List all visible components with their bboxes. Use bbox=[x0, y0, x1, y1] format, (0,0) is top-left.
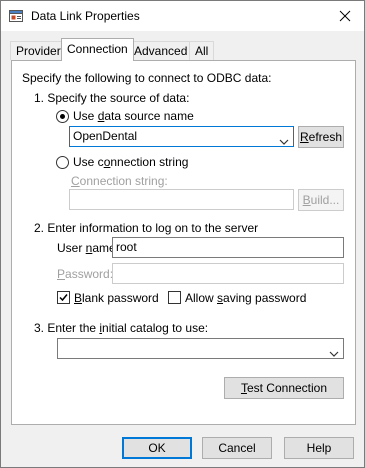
connection-panel: Specify the following to connect to ODBC… bbox=[11, 60, 356, 425]
initial-catalog-select[interactable] bbox=[57, 338, 344, 359]
checkmark-icon bbox=[59, 294, 68, 302]
blank-password-label[interactable]: Blank password bbox=[74, 291, 159, 305]
build-button[interactable]: Build... bbox=[298, 189, 344, 211]
user-name-input[interactable]: root bbox=[112, 237, 344, 258]
password-input[interactable] bbox=[112, 263, 344, 284]
chevron-down-icon[interactable] bbox=[279, 133, 289, 145]
refresh-button[interactable]: Refresh bbox=[298, 126, 344, 148]
tab-all[interactable]: All bbox=[189, 41, 215, 60]
tab-connection[interactable]: Connection bbox=[61, 38, 134, 61]
dsn-value: OpenDental bbox=[73, 129, 138, 143]
blank-password-checkbox[interactable] bbox=[57, 291, 70, 304]
close-icon[interactable] bbox=[334, 6, 356, 26]
dialog-window: Data Link Properties Provider Connection… bbox=[0, 0, 365, 468]
intro-text: Specify the following to connect to ODBC… bbox=[22, 71, 272, 85]
ok-button[interactable]: OK bbox=[122, 437, 192, 459]
password-label: Password: bbox=[57, 267, 114, 281]
use-dsn-label[interactable]: Use data source name bbox=[73, 109, 194, 123]
connection-string-label: Connection string: bbox=[71, 174, 168, 188]
tab-advanced[interactable]: Advanced bbox=[128, 41, 194, 60]
window-title: Data Link Properties bbox=[31, 9, 140, 23]
step1-heading: 1. Specify the source of data: bbox=[34, 91, 190, 105]
step3-heading: 3. Enter the initial catalog to use: bbox=[34, 321, 209, 335]
connection-string-input[interactable] bbox=[69, 189, 294, 210]
dsn-select[interactable]: OpenDental bbox=[69, 126, 294, 147]
use-connection-string-label[interactable]: Use connection string bbox=[73, 155, 188, 169]
help-button[interactable]: Help bbox=[284, 437, 354, 459]
use-dsn-radio[interactable] bbox=[56, 110, 69, 123]
use-connection-string-radio[interactable] bbox=[56, 156, 69, 169]
user-name-label: User name: bbox=[57, 241, 120, 255]
allow-saving-password-label[interactable]: Allow saving password bbox=[185, 291, 306, 305]
allow-saving-password-checkbox[interactable] bbox=[168, 291, 181, 304]
tab-provider[interactable]: Provider bbox=[10, 41, 67, 60]
test-connection-button[interactable]: Test Connection bbox=[224, 377, 344, 399]
data-link-icon bbox=[9, 9, 23, 23]
step2-heading: 2. Enter information to log on to the se… bbox=[34, 221, 259, 235]
cancel-button[interactable]: Cancel bbox=[202, 437, 272, 459]
chevron-down-icon[interactable] bbox=[329, 345, 339, 357]
title-bar: Data Link Properties bbox=[1, 1, 364, 31]
